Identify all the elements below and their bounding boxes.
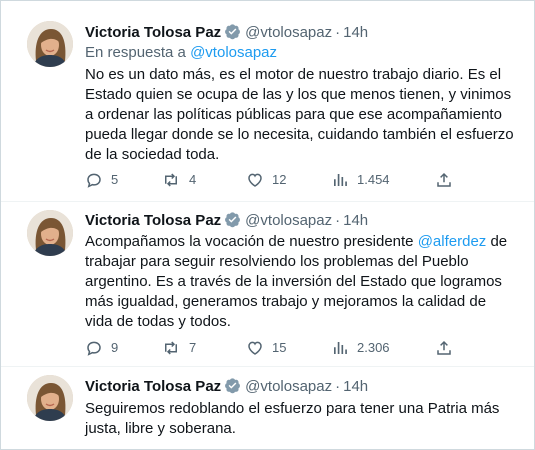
reply-button[interactable]: 5 [85, 169, 118, 191]
views-button[interactable]: 1.454 [331, 169, 390, 191]
mention-link[interactable]: @alferdez [418, 233, 487, 250]
avatar[interactable] [27, 375, 73, 421]
author-handle[interactable]: @vtolosapaz [245, 378, 332, 395]
retweet-icon [161, 339, 181, 357]
reply-count: 9 [111, 340, 119, 355]
tweet-header: Victoria Tolosa Paz @vtolosapaz · 14h [85, 211, 368, 234]
reply-handle-link[interactable]: @vtolosapaz [190, 44, 277, 61]
tweet-text: No es un dato más, es el motor de nuestr… [85, 66, 514, 163]
author-handle[interactable]: @vtolosapaz [245, 212, 332, 229]
reply-icon [85, 171, 103, 189]
tweet-text-part: Acompañamos la vocación de nuestro presi… [85, 233, 418, 250]
heart-icon [246, 171, 264, 189]
reply-context: En respuesta a @vtolosapaz [85, 43, 277, 63]
author-name[interactable]: Victoria Tolosa Paz [85, 212, 221, 229]
avatar[interactable] [27, 210, 73, 256]
retweet-count: 7 [189, 340, 197, 355]
share-icon [435, 339, 453, 357]
retweet-button[interactable]: 7 [161, 337, 196, 359]
reply-button[interactable]: 9 [85, 337, 118, 359]
timestamp[interactable]: 14h [343, 212, 368, 229]
author-handle[interactable]: @vtolosapaz [245, 24, 332, 41]
tweet-text: Seguiremos redoblando el esfuerzo para t… [85, 400, 500, 437]
timestamp[interactable]: 14h [343, 24, 368, 41]
views-button[interactable]: 2.306 [331, 337, 390, 359]
tweet-3[interactable]: Victoria Tolosa Paz @vtolosapaz · 14h Segui… [1, 367, 534, 449]
like-button[interactable]: 15 [246, 337, 286, 359]
verified-badge-icon [224, 211, 241, 234]
share-button[interactable] [435, 169, 453, 191]
views-chart-icon [331, 339, 349, 357]
tweet-actions: 5 4 12 1.454 [85, 169, 465, 191]
like-count: 15 [272, 340, 287, 355]
verified-badge-icon [224, 377, 241, 400]
retweet-count: 4 [189, 172, 197, 187]
separator-dot: · [335, 24, 341, 41]
share-icon [435, 171, 453, 189]
heart-icon [246, 339, 264, 357]
thread: Victoria Tolosa Paz @vtolosapaz · 14h En re… [0, 0, 535, 450]
avatar[interactable] [27, 21, 73, 67]
reply-prefix: En respuesta a [85, 44, 186, 61]
retweet-icon [161, 171, 181, 189]
tweet-1[interactable]: Victoria Tolosa Paz @vtolosapaz · 14h En re… [1, 1, 534, 201]
author-name[interactable]: Victoria Tolosa Paz [85, 378, 221, 395]
like-button[interactable]: 12 [246, 169, 286, 191]
tweet-text: Acompañamos la vocación de nuestro presi… [85, 232, 517, 332]
retweet-button[interactable]: 4 [161, 169, 196, 191]
separator-dot: · [335, 378, 341, 395]
tweet-header: Victoria Tolosa Paz @vtolosapaz · 14h [85, 377, 368, 400]
view-count: 1.454 [357, 172, 390, 187]
like-count: 12 [272, 172, 287, 187]
tweet-2[interactable]: Victoria Tolosa Paz @vtolosapaz · 14h Acomp… [1, 202, 534, 366]
author-name[interactable]: Victoria Tolosa Paz [85, 24, 221, 41]
separator-dot: · [335, 212, 341, 229]
tweet-actions: 9 7 15 2.306 [85, 337, 465, 359]
views-chart-icon [331, 171, 349, 189]
timestamp[interactable]: 14h [343, 378, 368, 395]
reply-count: 5 [111, 172, 119, 187]
share-button[interactable] [435, 337, 453, 359]
reply-icon [85, 339, 103, 357]
view-count: 2.306 [357, 340, 390, 355]
